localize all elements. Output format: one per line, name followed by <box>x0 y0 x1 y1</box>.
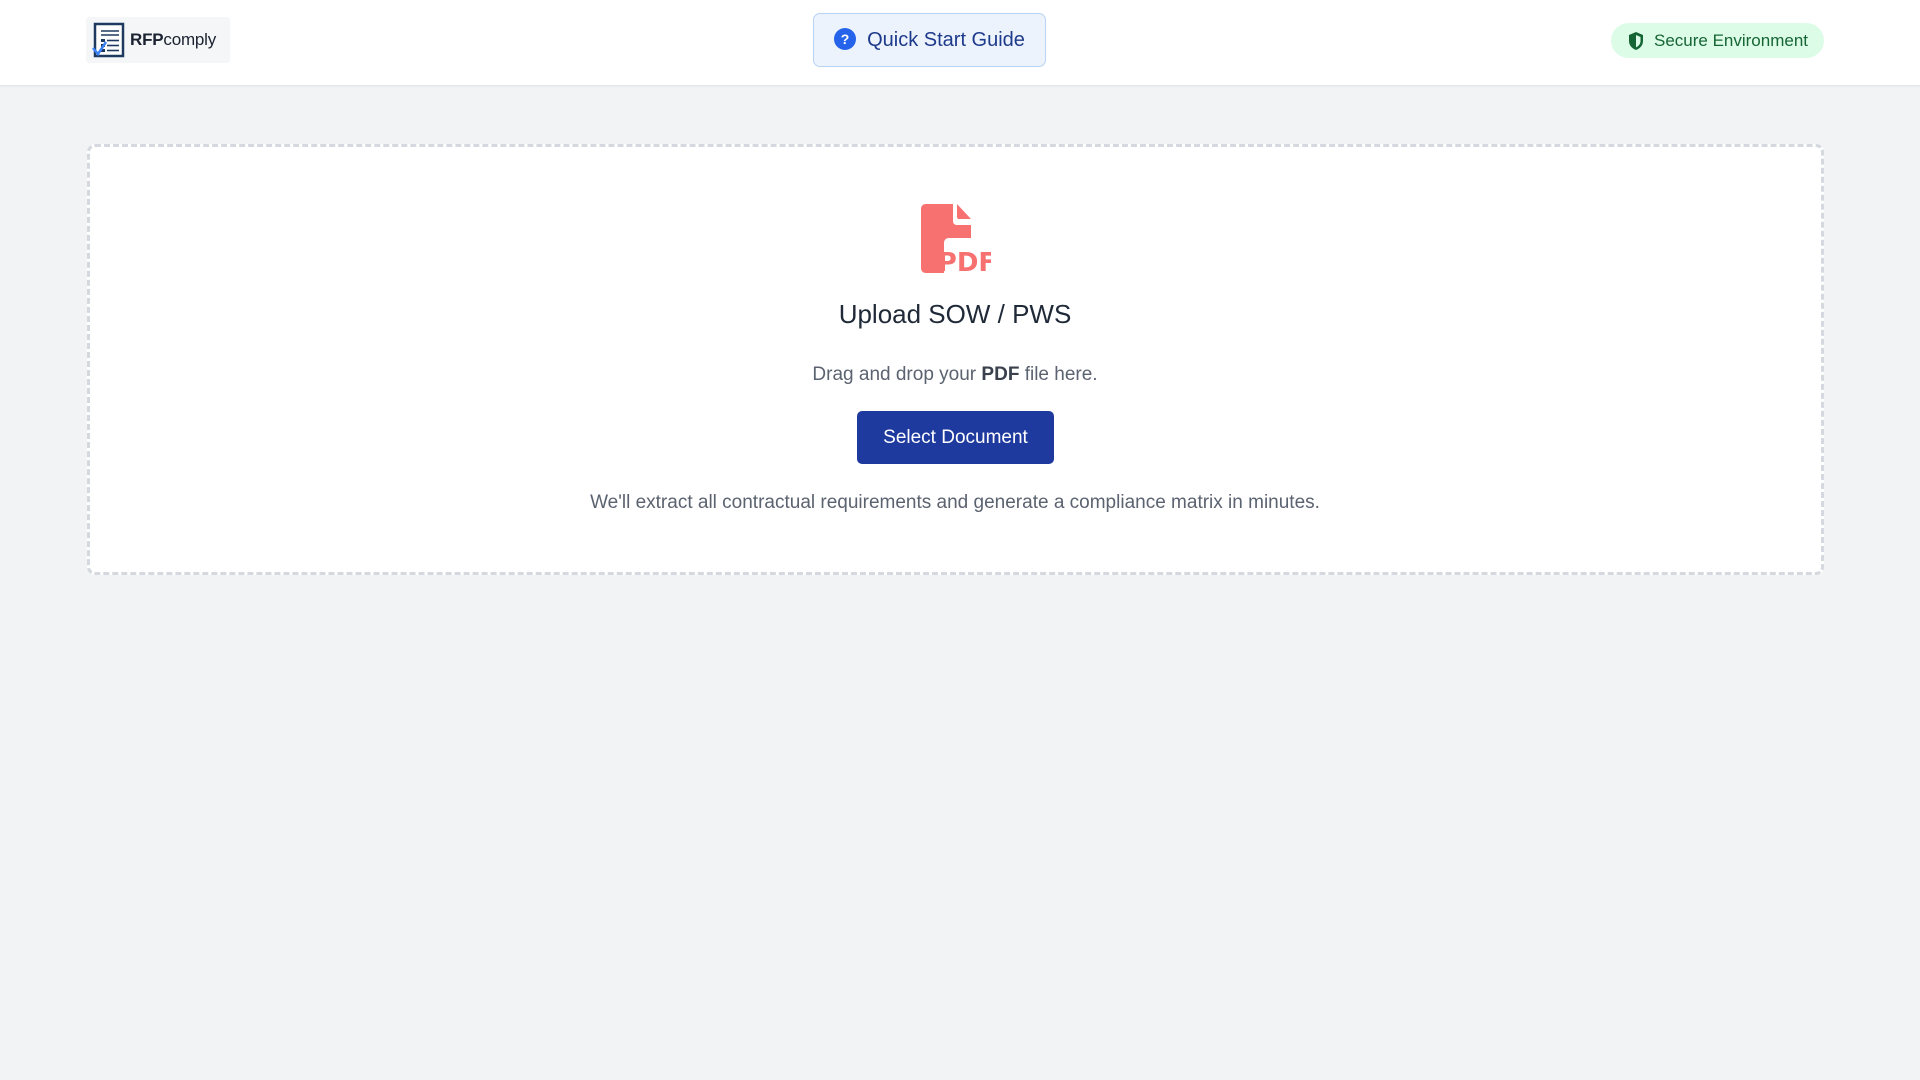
quick-start-guide-label: Quick Start Guide <box>867 28 1025 51</box>
shield-icon <box>1628 31 1643 50</box>
drag-text-suffix: file here. <box>1019 364 1098 385</box>
logo-text: RFPcomply <box>130 30 216 50</box>
extraction-note: We'll extract all contractual requiremen… <box>590 492 1320 513</box>
top-navigation-bar: RFPcomply ? Quick Start Guide Secure Env… <box>0 0 1920 86</box>
pdf-icon-text: PDF <box>938 248 991 275</box>
quick-start-guide-button[interactable]: ? Quick Start Guide <box>813 13 1046 67</box>
pdf-file-icon: PDF <box>921 204 991 275</box>
upload-title: Upload SOW / PWS <box>838 299 1072 329</box>
select-document-button[interactable]: Select Document <box>857 411 1054 464</box>
app-logo[interactable]: RFPcomply <box>86 17 230 63</box>
logo-text-bold: RFP <box>130 30 164 49</box>
secure-environment-label: Secure Environment <box>1653 30 1809 50</box>
checklist-document-icon <box>92 22 125 58</box>
drag-text-prefix: Drag and drop your <box>812 364 982 385</box>
logo-text-regular: comply <box>163 30 217 49</box>
secure-environment-badge: Secure Environment <box>1611 23 1824 58</box>
drag-text-bold: PDF <box>981 364 1020 385</box>
drag-drop-instructions: Drag and drop your PDF file here. <box>0 364 1910 386</box>
question-circle-icon: ? <box>834 28 857 50</box>
